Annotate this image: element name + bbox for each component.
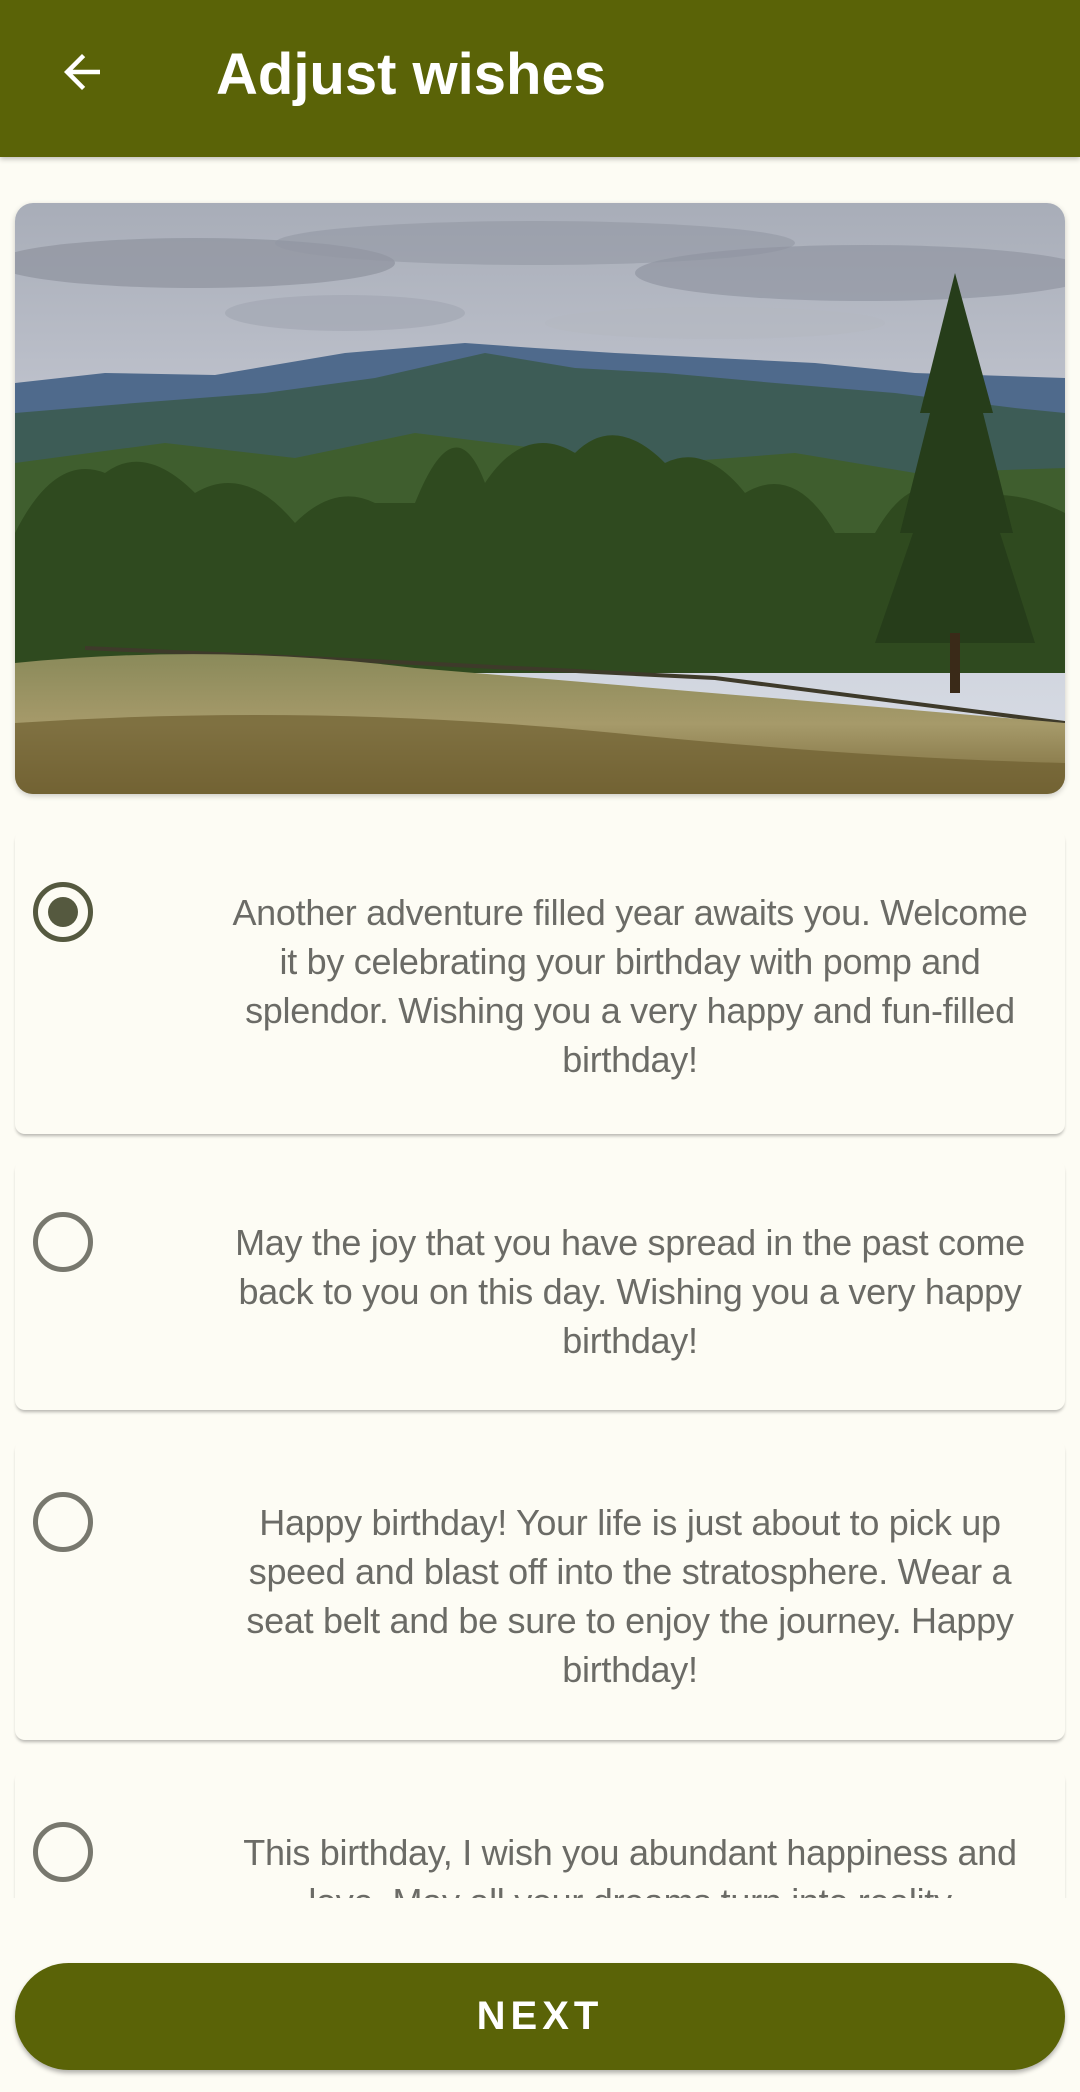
app-bar: Adjust wishes [0,0,1080,157]
wish-text: Another adventure filled year awaits you… [232,892,1028,1080]
wish-radio[interactable] [33,1822,93,1882]
wish-option[interactable]: May the joy that you have spread in the … [15,1160,1065,1410]
adjust-wishes-screen: Adjust wishes Another adventure filled y… [0,0,1080,2092]
page-title: Adjust wishes [216,42,606,107]
wish-text: May the joy that you have spread in the … [235,1222,1025,1361]
wish-option[interactable]: This birthday, I wish you abundant happi… [15,1770,1065,1898]
next-button[interactable]: NEXT [15,1963,1065,2070]
wish-radio-selected[interactable] [33,882,93,942]
landscape-image [15,203,1065,794]
wish-option[interactable]: Another adventure filled year awaits you… [15,830,1065,1134]
wish-radio[interactable] [33,1492,93,1552]
wish-radio[interactable] [33,1212,93,1272]
wish-option[interactable]: Happy birthday! Your life is just about … [15,1440,1065,1740]
wish-list[interactable]: Another adventure filled year awaits you… [0,830,1080,1898]
wish-text: This birthday, I wish you abundant happi… [243,1832,1017,1898]
back-button[interactable] [40,30,124,114]
wish-text: Happy birthday! Your life is just about … [246,1502,1014,1690]
arrow-back-icon [64,54,100,90]
